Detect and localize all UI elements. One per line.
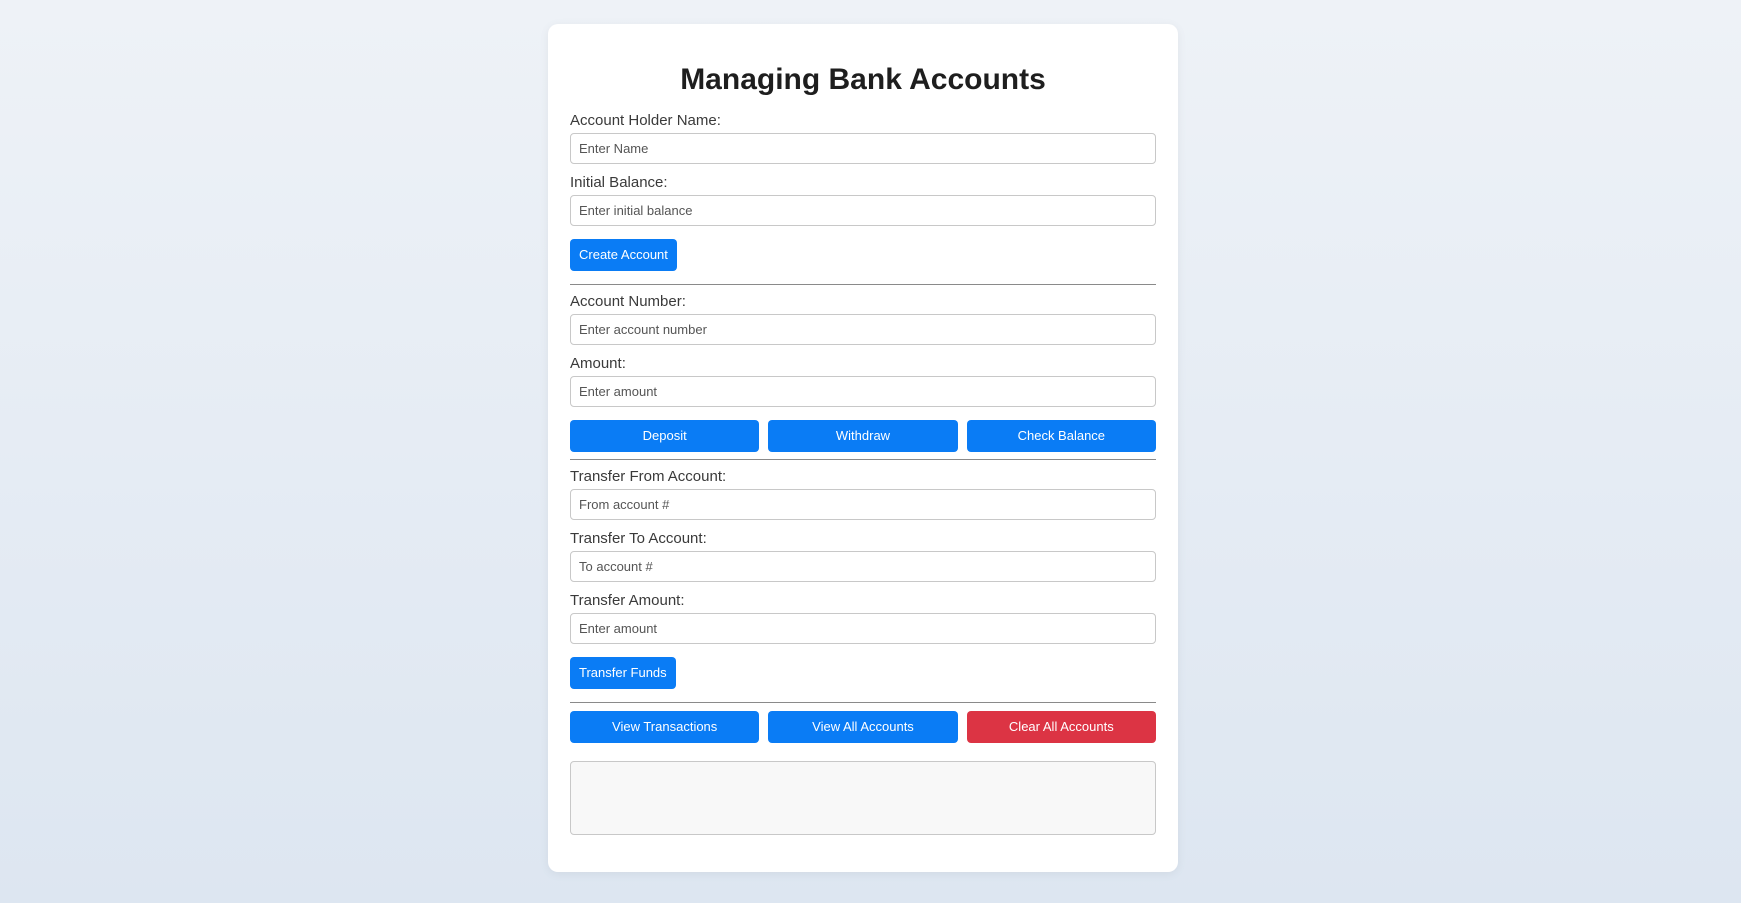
- view-all-accounts-button[interactable]: View All Accounts: [768, 711, 958, 743]
- view-transactions-button[interactable]: View Transactions: [570, 711, 760, 743]
- actions-row: View Transactions View All Accounts Clea…: [570, 711, 1156, 743]
- withdraw-button[interactable]: Withdraw: [768, 420, 958, 452]
- balance-label: Initial Balance:: [570, 174, 668, 191]
- amount-input[interactable]: [570, 376, 1156, 407]
- divider: [570, 702, 1156, 703]
- divider: [570, 284, 1156, 285]
- transfer-from-label: Transfer From Account:: [570, 468, 727, 485]
- account-number-input[interactable]: [570, 314, 1156, 345]
- operations-section: Account Number: Amount: Deposit Withdraw…: [570, 293, 1156, 452]
- page-title: Managing Bank Accounts: [680, 63, 1046, 96]
- transfer-section: Transfer From Account: Transfer To Accou…: [570, 468, 1156, 689]
- amount-label: Amount:: [570, 355, 626, 372]
- deposit-button[interactable]: Deposit: [570, 420, 760, 452]
- transfer-amount-input[interactable]: [570, 613, 1156, 644]
- name-label: Account Holder Name:: [570, 112, 721, 129]
- transfer-from-input[interactable]: [570, 489, 1156, 520]
- transfer-amount-label: Transfer Amount:: [570, 592, 685, 609]
- initial-balance-input[interactable]: [570, 195, 1156, 226]
- divider: [570, 459, 1156, 460]
- create-account-button[interactable]: Create Account: [570, 239, 677, 271]
- transfer-to-input[interactable]: [570, 551, 1156, 582]
- transfer-to-label: Transfer To Account:: [570, 530, 707, 547]
- bank-card: Managing Bank Accounts Account Holder Na…: [548, 24, 1178, 872]
- create-section: Account Holder Name: Initial Balance: Cr…: [570, 112, 1156, 271]
- output-panel: [570, 761, 1156, 835]
- transfer-funds-button[interactable]: Transfer Funds: [570, 657, 676, 689]
- clear-all-accounts-button[interactable]: Clear All Accounts: [966, 711, 1156, 743]
- check-balance-button[interactable]: Check Balance: [966, 420, 1156, 452]
- account-number-label: Account Number:: [570, 293, 686, 310]
- name-input[interactable]: [570, 133, 1156, 164]
